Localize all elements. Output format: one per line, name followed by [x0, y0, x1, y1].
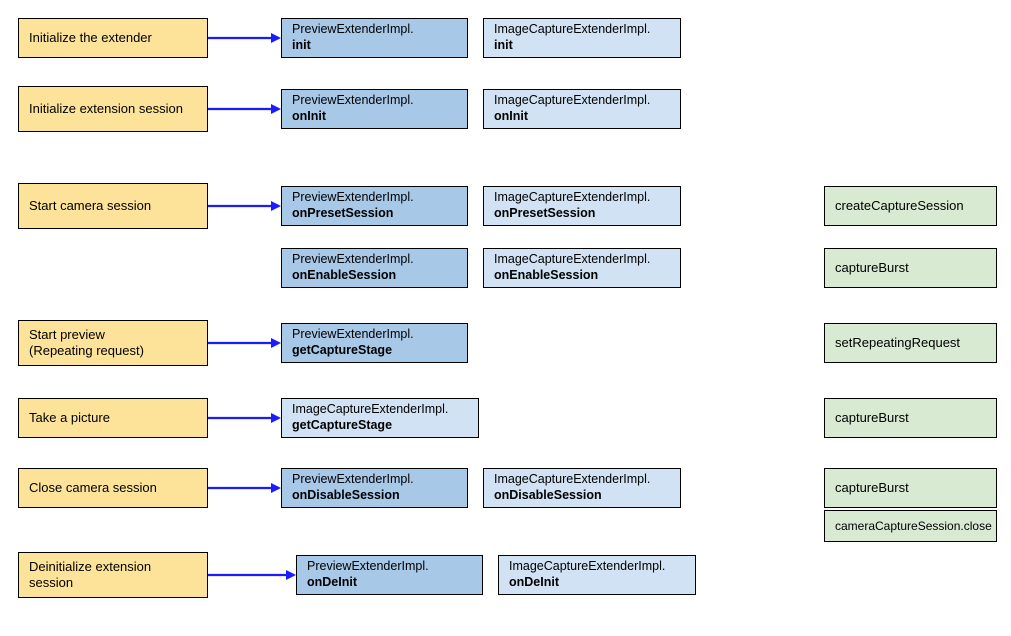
phase-label: Deinitialize extension session	[29, 559, 197, 592]
preview-onDisableSession: PreviewExtenderImpl. onDisableSession	[281, 468, 468, 508]
class-label: ImageCaptureExtenderImpl.	[494, 93, 670, 109]
capture-getCaptureStage: ImageCaptureExtenderImpl. getCaptureStag…	[281, 398, 479, 438]
preview-onInit: PreviewExtenderImpl. onInit	[281, 89, 468, 129]
camera2-captureBurst-enable: captureBurst	[824, 248, 997, 288]
camera2-label: captureBurst	[835, 480, 986, 496]
camera2-label: captureBurst	[835, 410, 986, 426]
preview-onEnableSession: PreviewExtenderImpl. onEnableSession	[281, 248, 468, 288]
class-label: PreviewExtenderImpl.	[292, 22, 457, 38]
class-label: PreviewExtenderImpl.	[307, 559, 472, 575]
method-label: onPresetSession	[494, 206, 670, 222]
diagram-canvas: Initialize the extender Initialize exten…	[0, 0, 1011, 636]
method-label: onInit	[292, 109, 457, 125]
method-label: onEnableSession	[494, 268, 670, 284]
camera2-createCaptureSession: createCaptureSession	[824, 186, 997, 226]
phase-deinit-session: Deinitialize extension session	[18, 552, 208, 598]
camera2-label: captureBurst	[835, 260, 986, 276]
class-label: ImageCaptureExtenderImpl.	[494, 252, 670, 268]
method-label: onInit	[494, 109, 670, 125]
preview-init: PreviewExtenderImpl. init	[281, 18, 468, 58]
phase-close-camera: Close camera session	[18, 468, 208, 508]
class-label: ImageCaptureExtenderImpl.	[494, 190, 670, 206]
phase-label: Start preview (Repeating request)	[29, 327, 197, 360]
class-label: ImageCaptureExtenderImpl.	[509, 559, 685, 575]
method-label: init	[292, 38, 457, 54]
phase-label: Close camera session	[29, 480, 197, 496]
phase-init-extender: Initialize the extender	[18, 18, 208, 58]
method-label: onDeInit	[509, 575, 685, 591]
class-label: PreviewExtenderImpl.	[292, 252, 457, 268]
camera2-close: cameraCaptureSession.close	[824, 510, 997, 542]
class-label: PreviewExtenderImpl.	[292, 190, 457, 206]
class-label: ImageCaptureExtenderImpl.	[494, 22, 670, 38]
class-label: PreviewExtenderImpl.	[292, 93, 457, 109]
preview-onPresetSession: PreviewExtenderImpl. onPresetSession	[281, 186, 468, 226]
method-label: onDisableSession	[494, 488, 670, 504]
camera2-label: setRepeatingRequest	[835, 335, 986, 351]
method-label: onEnableSession	[292, 268, 457, 284]
method-label: init	[494, 38, 670, 54]
method-label: getCaptureStage	[292, 418, 468, 434]
preview-onDeInit: PreviewExtenderImpl. onDeInit	[296, 555, 483, 595]
method-label: getCaptureStage	[292, 343, 457, 359]
phase-label: Take a picture	[29, 410, 197, 426]
method-label: onDisableSession	[292, 488, 457, 504]
capture-onPresetSession: ImageCaptureExtenderImpl. onPresetSessio…	[483, 186, 681, 226]
phase-start-camera: Start camera session	[18, 183, 208, 229]
phase-take-picture: Take a picture	[18, 398, 208, 438]
class-label: PreviewExtenderImpl.	[292, 327, 457, 343]
capture-init: ImageCaptureExtenderImpl. init	[483, 18, 681, 58]
phase-label: Start camera session	[29, 198, 197, 214]
class-label: ImageCaptureExtenderImpl.	[292, 402, 468, 418]
class-label: ImageCaptureExtenderImpl.	[494, 472, 670, 488]
camera2-setRepeatingRequest: setRepeatingRequest	[824, 323, 997, 363]
capture-onEnableSession: ImageCaptureExtenderImpl. onEnableSessio…	[483, 248, 681, 288]
method-label: onDeInit	[307, 575, 472, 591]
capture-onInit: ImageCaptureExtenderImpl. onInit	[483, 89, 681, 129]
method-label: onPresetSession	[292, 206, 457, 222]
camera2-label: cameraCaptureSession.close	[835, 519, 986, 534]
camera2-captureBurst-picture: captureBurst	[824, 398, 997, 438]
capture-onDisableSession: ImageCaptureExtenderImpl. onDisableSessi…	[483, 468, 681, 508]
camera2-captureBurst-disable: captureBurst	[824, 468, 997, 508]
phase-label: Initialize extension session	[29, 101, 197, 117]
capture-onDeInit: ImageCaptureExtenderImpl. onDeInit	[498, 555, 696, 595]
preview-getCaptureStage: PreviewExtenderImpl. getCaptureStage	[281, 323, 468, 363]
phase-init-session: Initialize extension session	[18, 86, 208, 132]
phase-start-preview: Start preview (Repeating request)	[18, 320, 208, 366]
camera2-label: createCaptureSession	[835, 198, 986, 214]
phase-label: Initialize the extender	[29, 30, 197, 46]
class-label: PreviewExtenderImpl.	[292, 472, 457, 488]
